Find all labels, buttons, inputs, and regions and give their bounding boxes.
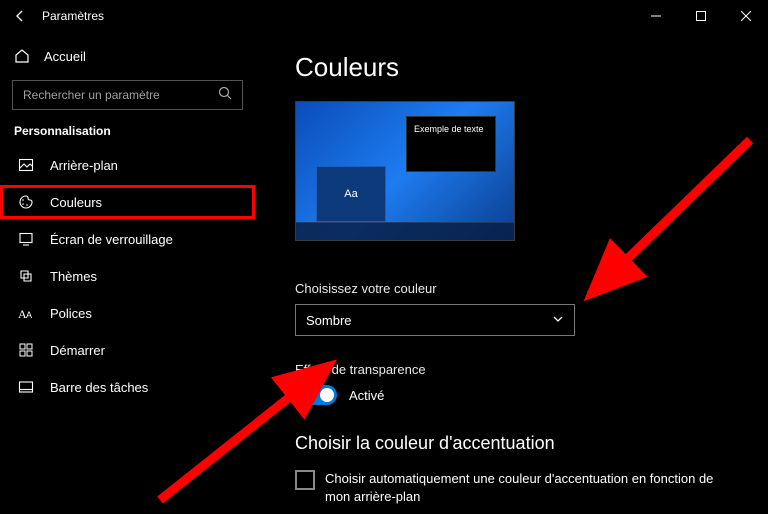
transparency-label: Effets de transparence: [295, 362, 738, 377]
titlebar: Paramètres: [0, 0, 768, 32]
picture-icon: [18, 157, 34, 173]
minimize-button[interactable]: [633, 0, 678, 32]
close-button[interactable]: [723, 0, 768, 32]
search-icon: [218, 86, 232, 105]
auto-accent-checkbox[interactable]: [295, 470, 315, 490]
accent-heading: Choisir la couleur d'accentuation: [295, 433, 738, 454]
taskbar-icon: [18, 379, 34, 395]
home-nav[interactable]: Accueil: [0, 40, 255, 72]
nav-item-start[interactable]: Démarrer: [0, 333, 255, 367]
transparency-state-label: Activé: [349, 388, 384, 403]
window-controls: [633, 0, 768, 32]
nav-label: Thèmes: [50, 269, 97, 284]
main-panel: Couleurs Exemple de texte Aa Choisissez …: [255, 32, 768, 514]
fonts-icon: AA: [18, 305, 34, 321]
maximize-button[interactable]: [678, 0, 723, 32]
color-mode-dropdown[interactable]: Sombre: [295, 304, 575, 336]
nav-item-fonts[interactable]: AA Polices: [0, 296, 255, 330]
nav-item-taskbar[interactable]: Barre des tâches: [0, 370, 255, 404]
nav-label: Écran de verrouillage: [50, 232, 173, 247]
nav-label: Arrière-plan: [50, 158, 118, 173]
color-mode-label: Choisissez votre couleur: [295, 281, 738, 296]
nav-label: Barre des tâches: [50, 380, 148, 395]
toggle-knob: [320, 388, 334, 402]
lock-screen-icon: [18, 231, 34, 247]
nav-label: Couleurs: [50, 195, 102, 210]
home-label: Accueil: [44, 49, 86, 64]
nav-item-themes[interactable]: Thèmes: [0, 259, 255, 293]
themes-icon: [18, 268, 34, 284]
preview-text-window: Exemple de texte: [406, 116, 496, 172]
search-box[interactable]: [12, 80, 243, 110]
chevron-down-icon: [552, 313, 564, 328]
nav-item-colors[interactable]: Couleurs: [0, 185, 255, 219]
app-title: Paramètres: [42, 9, 104, 23]
auto-accent-label: Choisir automatiquement une couleur d'ac…: [325, 470, 725, 506]
sidebar: Accueil Personnalisation Arrière-plan Co…: [0, 32, 255, 514]
svg-text:A: A: [26, 310, 32, 320]
transparency-toggle[interactable]: [295, 385, 337, 405]
preview-taskbar: [296, 222, 514, 240]
nav-item-lockscreen[interactable]: Écran de verrouillage: [0, 222, 255, 256]
search-input[interactable]: [23, 88, 193, 102]
nav-label: Polices: [50, 306, 92, 321]
nav-item-background[interactable]: Arrière-plan: [0, 148, 255, 182]
back-button[interactable]: [12, 8, 28, 24]
nav-label: Démarrer: [50, 343, 105, 358]
color-preview: Exemple de texte Aa: [295, 101, 515, 241]
section-title: Personnalisation: [0, 124, 255, 148]
start-icon: [18, 342, 34, 358]
preview-aa-window: Aa: [316, 166, 386, 222]
page-title: Couleurs: [295, 52, 738, 83]
home-icon: [14, 48, 30, 64]
palette-icon: [18, 194, 34, 210]
dropdown-value: Sombre: [306, 313, 352, 328]
